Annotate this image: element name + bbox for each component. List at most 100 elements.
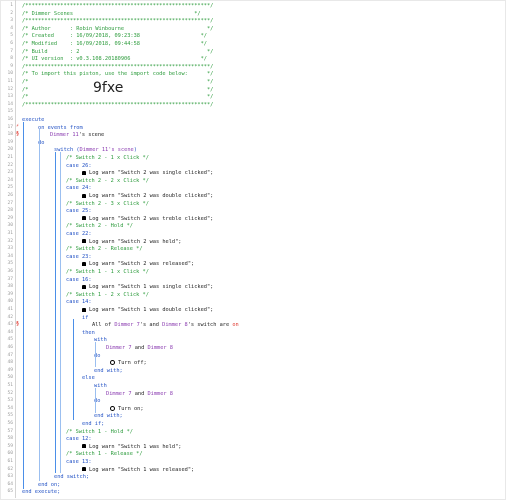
bell-icon — [82, 239, 86, 244]
line-number: 50 — [7, 375, 13, 381]
kw-end-execute[interactable]: end execute; — [22, 489, 60, 497]
trigger-lightning-icon: ⚡ — [16, 123, 20, 129]
line-number: 7 — [10, 48, 13, 54]
line-number: 54 — [7, 405, 13, 411]
line-number: 62 — [7, 466, 13, 472]
with-devices-1[interactable]: Dimmer 7 and Dimmer 8 — [106, 345, 173, 353]
line-number: 63 — [7, 474, 13, 480]
line-number: 27 — [7, 200, 13, 206]
bell-icon — [82, 193, 86, 198]
line-number: 40 — [7, 299, 13, 305]
on-events-block-bar — [39, 129, 40, 481]
execute-block-bar — [23, 122, 24, 489]
line-number: 5 — [10, 33, 13, 39]
kw-then[interactable]: then — [82, 330, 95, 338]
line-number: 59 — [7, 443, 13, 449]
line-number: 23 — [7, 170, 13, 176]
if-block-bar — [73, 319, 74, 420]
line-number: 16 — [7, 117, 13, 122]
with-devices-2[interactable]: Dimmer 7 and Dimmer 8 — [106, 391, 173, 399]
line-number: 18 — [7, 132, 13, 138]
line-number: 65 — [7, 489, 13, 495]
line-number: 10 — [7, 71, 13, 77]
line-number: 55 — [7, 413, 13, 419]
switch-block-bar — [55, 152, 56, 473]
line-number: 2 — [10, 10, 13, 16]
power-icon — [110, 405, 115, 411]
line-number: 12 — [7, 86, 13, 92]
bell-icon — [82, 467, 86, 472]
line-number: 26 — [7, 193, 13, 198]
kw-else[interactable]: else — [82, 375, 95, 383]
line-number: 33 — [7, 246, 13, 252]
line-number: 14 — [7, 101, 13, 107]
line-number: 21 — [7, 155, 13, 160]
line-number: 61 — [7, 459, 13, 464]
kw-if[interactable]: if — [82, 315, 88, 323]
condition-flag-icon: § — [16, 131, 20, 137]
line-number: 25 — [7, 185, 13, 191]
event-device[interactable]: Dimmer 11's scene — [50, 132, 104, 140]
line-number: 53 — [7, 398, 13, 404]
line-number: 9 — [10, 63, 13, 69]
line-number: 34 — [7, 253, 13, 259]
switch-block-bar-inner — [60, 152, 61, 473]
bell-icon — [82, 284, 86, 289]
kw-end-with-1[interactable]: end with; — [94, 368, 123, 376]
gutter-divider — [15, 0, 16, 498]
header-border-end: /***************************************… — [22, 101, 214, 108]
line-number: 32 — [7, 238, 13, 244]
log-sw1-released[interactable]: Log warn "Switch 1 was released"; — [82, 467, 194, 475]
line-number: 24 — [7, 177, 13, 183]
line-number: 52 — [7, 390, 13, 396]
with-block-bar-1 — [95, 342, 96, 367]
line-number: 6 — [10, 41, 13, 46]
line-number: 42 — [7, 314, 13, 320]
line-number: 30 — [7, 223, 13, 229]
line-number: 45 — [7, 337, 13, 343]
line-number: 41 — [7, 307, 13, 312]
import-code[interactable]: 9fxe — [93, 81, 123, 95]
line-number: 13 — [7, 94, 13, 100]
bell-icon — [82, 307, 86, 312]
line-number: 19 — [7, 139, 13, 145]
line-number: 22 — [7, 162, 13, 168]
line-number: 57 — [7, 428, 13, 434]
line-number: 17 — [7, 124, 13, 130]
if-condition[interactable]: All of Dimmer 7's and Dimmer 8's switch … — [92, 322, 239, 330]
power-icon — [110, 360, 115, 366]
condition-flag-icon-2: § — [16, 321, 20, 327]
line-number: 4 — [10, 25, 13, 31]
line-number: 51 — [7, 383, 13, 388]
bell-icon — [82, 444, 86, 449]
line-number: 31 — [7, 231, 13, 236]
line-number: 58 — [7, 436, 13, 442]
line-number: 36 — [7, 269, 13, 274]
line-number: 47 — [7, 352, 13, 358]
line-number: 44 — [7, 329, 13, 335]
bell-icon — [82, 261, 86, 266]
line-number: 3 — [10, 18, 13, 24]
line-number: 28 — [7, 208, 13, 214]
line-number: 1 — [10, 3, 13, 8]
line-number: 56 — [7, 421, 13, 426]
bell-icon — [82, 216, 86, 221]
line-number: 15 — [7, 109, 13, 115]
with-block-bar-2 — [95, 388, 96, 413]
line-number: 38 — [7, 284, 13, 290]
line-number: 20 — [7, 147, 13, 153]
line-number: 46 — [7, 345, 13, 350]
line-number: 48 — [7, 360, 13, 366]
line-number: 43 — [7, 322, 13, 328]
line-number: 8 — [10, 56, 13, 62]
log-sw1-double[interactable]: Log warn "Switch 1 was double clicked"; — [82, 307, 213, 315]
line-number: 60 — [7, 451, 13, 457]
line-number: 49 — [7, 367, 13, 373]
line-number: 37 — [7, 276, 13, 282]
line-number: 39 — [7, 291, 13, 297]
line-number: 29 — [7, 215, 13, 221]
line-number: 64 — [7, 481, 13, 487]
line-number: 11 — [7, 79, 13, 84]
bell-icon — [82, 170, 86, 175]
line-number: 35 — [7, 261, 13, 267]
